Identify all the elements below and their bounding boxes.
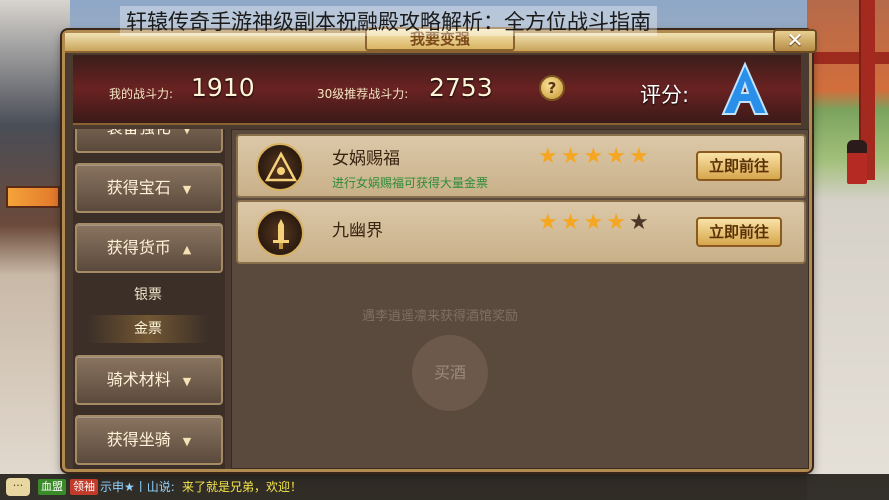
chat-sender[interactable]: 示申★丨山说: (100, 479, 175, 495)
sidebar-item-riding-materials[interactable]: 骑术材料 ▼ (75, 355, 223, 405)
help-symbol: ? (547, 79, 557, 97)
chevron-down-icon: ▼ (182, 129, 192, 136)
sidebar-item-label: 骑术材料 (106, 370, 171, 389)
sub-item-gold-notes[interactable]: 金票 (87, 315, 209, 343)
help-icon[interactable]: ? (539, 75, 565, 101)
leader-tag: 领袖 (70, 479, 98, 495)
star-icon: ★ (628, 144, 652, 169)
background-buy-wine-button: 买酒 (412, 335, 488, 411)
close-icon: ✕ (786, 28, 804, 52)
gate-beam (807, 52, 889, 64)
star-icon: ★ (538, 144, 561, 169)
sword-emblem-icon (256, 209, 304, 257)
star-rating: ★★★★★ (538, 144, 652, 169)
chat-message: 来了就是兄弟，欢迎！ (182, 480, 303, 494)
star-rating: ★★★★★ (538, 210, 652, 235)
background-hint-text: 遇李逍遥凛来获得酒馆奖励 (362, 309, 519, 324)
article-headline: 轩辕传奇手游神级副本祝融殿攻略解析：全方位战斗指南 (120, 6, 657, 36)
chevron-down-icon: ▼ (182, 375, 192, 388)
star-icon: ★ (583, 210, 607, 235)
panel-header: 我要变强 ✕ (65, 27, 817, 53)
sidebar-item-label: 获得货币 (106, 238, 171, 257)
chevron-down-icon: ▼ (182, 435, 192, 448)
go-now-button[interactable]: 立即前往 (696, 151, 782, 181)
sub-item-silver-notes[interactable]: 银票 (87, 281, 209, 309)
background-scene-left (0, 0, 70, 500)
star-icon: ★ (606, 144, 629, 169)
activity-name: 女娲赐福 (332, 149, 400, 169)
lantern-window (6, 186, 60, 208)
chat-bar[interactable]: ··· 血盟 领袖 示申★丨山说: 来了就是兄弟，欢迎！ (0, 474, 889, 500)
activity-list: 遇李逍遥凛来获得酒馆奖励 买酒 女娲赐福 进行女娲赐福可获得大量金票 ★★★★★… (231, 129, 809, 469)
activity-description: 进行女娲赐福可获得大量金票 (332, 176, 489, 190)
close-button[interactable]: ✕ (773, 29, 817, 53)
star-icon: ★ (560, 144, 584, 169)
go-now-button[interactable]: 立即前往 (696, 217, 782, 247)
triangle-eye-emblem-icon (256, 143, 304, 191)
sidebar-item-get-gems[interactable]: 获得宝石 ▼ (75, 163, 223, 213)
list-item: 九幽界 ★★★★★ 立即前往 (236, 200, 806, 264)
guild-tag: 血盟 (38, 479, 66, 495)
grade-a-icon (721, 61, 769, 115)
chat-bubble-icon[interactable]: ··· (6, 478, 30, 496)
sidebar-item-get-currency[interactable]: 获得货币 ▲ (75, 223, 223, 273)
sidebar-item-equipment-enhance[interactable]: 装备强化 ▼ (75, 129, 223, 153)
grade-label: 评分: (640, 83, 690, 107)
my-power-label: 我的战斗力: (109, 87, 174, 101)
star-icon: ★ (538, 210, 561, 235)
npc-figure (847, 140, 867, 184)
sidebar-item-label: 获得坐骑 (106, 430, 171, 449)
star-icon: ★ (606, 210, 629, 235)
power-stats-bar: 我的战斗力: 1910 30级推荐战斗力: 2753 ? 评分: (73, 55, 801, 125)
list-item: 女娲赐福 进行女娲赐福可获得大量金票 ★★★★★ 立即前往 (236, 134, 806, 198)
become-stronger-panel: 我要变强 ✕ 我的战斗力: 1910 30级推荐战斗力: 2753 ? 评分: … (62, 27, 817, 472)
recommended-power-label: 30级推荐战斗力: (317, 87, 409, 101)
star-icon: ★ (583, 144, 607, 169)
sidebar-item-label: 装备强化 (107, 129, 171, 137)
chevron-down-icon: ▼ (182, 183, 192, 196)
background-scene-right (807, 0, 889, 500)
star-icon: ★ (560, 210, 584, 235)
category-sidebar: 装备强化 ▼ 获得宝石 ▼ 获得货币 ▲ 银票 金票 骑术材料 ▼ 获得坐骑 ▼ (73, 129, 225, 469)
star-empty-icon: ★ (628, 210, 652, 235)
chevron-up-icon: ▲ (182, 243, 192, 256)
activity-name: 九幽界 (332, 221, 383, 241)
sidebar-item-get-mount[interactable]: 获得坐骑 ▼ (75, 415, 223, 465)
sidebar-item-label: 获得宝石 (106, 178, 171, 197)
recommended-power-value: 2753 (429, 73, 493, 102)
my-power-value: 1910 (191, 73, 255, 102)
